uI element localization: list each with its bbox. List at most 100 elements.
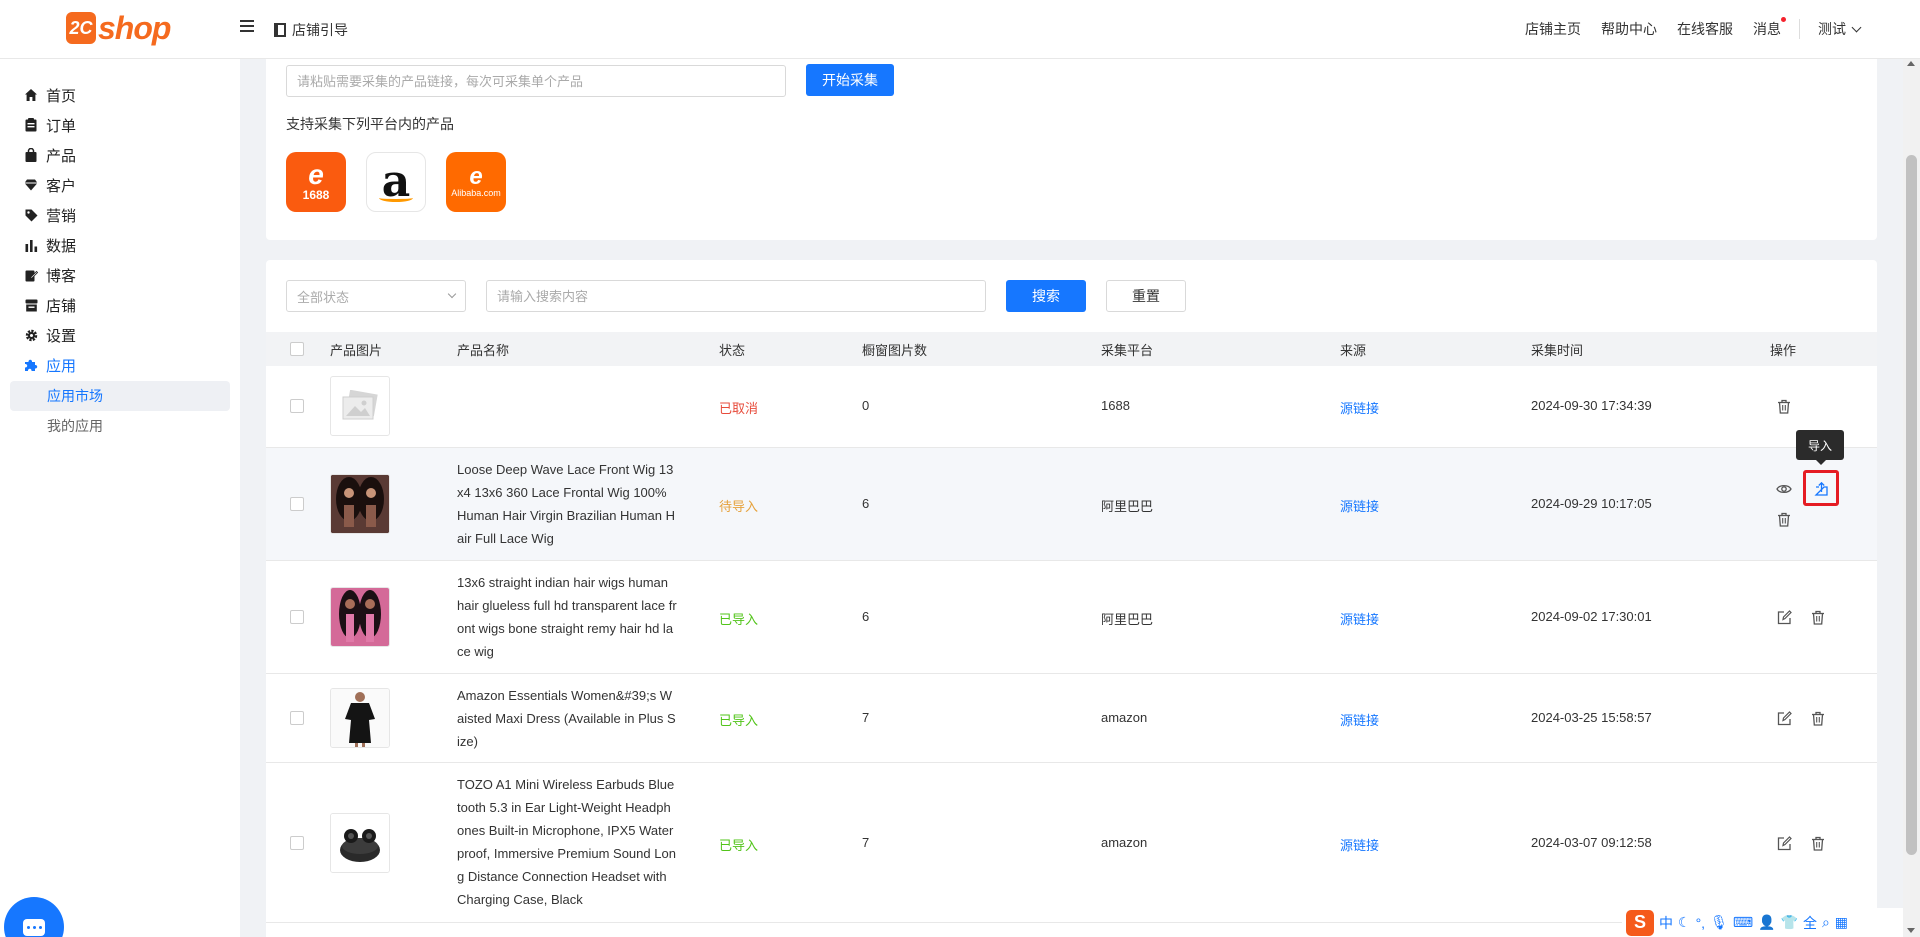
chevron-down-icon: [1851, 22, 1862, 32]
table-row: TOZO A1 Mini Wireless Earbuds Bluetooth …: [266, 763, 1877, 923]
scroll-up-icon[interactable]: [1907, 61, 1915, 66]
sidebar-item-blog[interactable]: 博客: [24, 263, 76, 287]
logo-text: shop: [98, 9, 171, 46]
edit-icon: [24, 268, 38, 282]
fullwidth-icon[interactable]: 全: [1803, 913, 1817, 933]
collect-time: 2024-09-29 10:17:05: [1531, 496, 1652, 511]
col-actions: 操作: [1770, 342, 1797, 358]
eye-icon[interactable]: [1775, 480, 1793, 498]
search-button[interactable]: 搜索: [1006, 280, 1086, 312]
trash-icon[interactable]: [1809, 608, 1827, 626]
start-collect-button[interactable]: 开始采集: [806, 64, 894, 96]
collect-time: 2024-09-02 17:30:01: [1531, 609, 1652, 624]
scroll-down-icon[interactable]: [1907, 928, 1915, 933]
col-image-count: 橱窗图片数: [862, 342, 928, 358]
scrollbar-thumb[interactable]: [1906, 155, 1917, 855]
trash-icon[interactable]: [1775, 397, 1793, 415]
ime-toolbar[interactable]: S 中 ☾ °, 🎙 ⌨ 👤 👕 全 ⌕ ▦: [1622, 908, 1903, 937]
select-all-checkbox[interactable]: [290, 332, 304, 366]
bar-chart-icon: [24, 238, 38, 252]
sidebar-item-orders[interactable]: 订单: [24, 113, 76, 137]
moon-icon[interactable]: ☾: [1678, 914, 1691, 931]
ime-mode[interactable]: 中: [1659, 913, 1673, 933]
platform-amazon-logo[interactable]: a: [366, 152, 426, 212]
search-icon[interactable]: ⌕: [1822, 914, 1830, 931]
status-badge: 待导入: [719, 499, 759, 514]
sidebar-item-marketing[interactable]: 营销: [24, 203, 76, 227]
edit-icon[interactable]: [1775, 709, 1793, 727]
sidebar-item-label: 营销: [46, 207, 77, 225]
source-link[interactable]: 源链接: [1340, 710, 1379, 729]
reset-button[interactable]: 重置: [1106, 280, 1186, 312]
status-badge: 已导入: [719, 713, 759, 728]
microphone-icon[interactable]: 🎙: [1710, 914, 1728, 931]
shirt-icon[interactable]: 👕: [1781, 914, 1798, 931]
collect-time: 2024-03-07 09:12:58: [1531, 835, 1652, 850]
status-filter-select[interactable]: 全部状态: [286, 280, 466, 312]
row-checkbox[interactable]: [290, 497, 304, 511]
row-checkbox[interactable]: [290, 711, 304, 725]
product-thumbnail: [330, 376, 390, 436]
logo[interactable]: 2C shop: [66, 8, 171, 48]
user-menu[interactable]: 测试: [1818, 19, 1862, 39]
sidebar-item-home[interactable]: 首页: [24, 83, 76, 107]
sidebar-item-label: 博客: [46, 267, 77, 285]
trash-icon[interactable]: [1809, 709, 1827, 727]
menu-toggle-icon[interactable]: [240, 20, 254, 34]
nav-store-home[interactable]: 店铺主页: [1525, 19, 1581, 39]
status-filter-value: 全部状态: [297, 289, 350, 305]
import-button[interactable]: [1803, 470, 1839, 506]
sidebar-item-settings[interactable]: 设置: [24, 323, 76, 347]
sidebar-item-store[interactable]: 店铺: [24, 293, 76, 317]
col-product-image: 产品图片: [330, 342, 383, 358]
platform-alibaba-logo[interactable]: e Alibaba.com: [446, 152, 506, 212]
image-count: 6: [862, 609, 870, 624]
row-checkbox[interactable]: [290, 610, 304, 624]
nav-online-service[interactable]: 在线客服: [1677, 19, 1733, 39]
source-link[interactable]: 源链接: [1340, 398, 1379, 417]
sidebar-item-label: 数据: [46, 237, 77, 255]
edit-icon[interactable]: [1775, 834, 1793, 852]
col-status: 状态: [719, 342, 746, 358]
edit-icon[interactable]: [1775, 608, 1793, 626]
punctuation-icon[interactable]: °,: [1696, 915, 1706, 931]
product-url-input[interactable]: [286, 65, 786, 97]
source-link[interactable]: 源链接: [1340, 609, 1379, 628]
chat-button[interactable]: [4, 897, 64, 937]
keyboard-icon[interactable]: ⌨: [1733, 914, 1753, 931]
table-row: 13x6 straight indian hair wigs human hai…: [266, 561, 1877, 674]
dress-product-image: [330, 688, 390, 748]
row-checkbox[interactable]: [290, 399, 304, 413]
user-icon[interactable]: 👤: [1758, 914, 1775, 931]
platform-alibaba-label: Alibaba.com: [451, 188, 501, 198]
wig-product-image: [330, 474, 390, 534]
platform-1688-label: 1688: [302, 188, 330, 202]
top-nav: 店铺主页 帮助中心 在线客服 消息 测试: [1505, 17, 1862, 39]
image-placeholder-icon: [330, 376, 390, 436]
collect-time: 2024-09-30 17:34:39: [1531, 398, 1652, 413]
grid-icon[interactable]: ▦: [1835, 914, 1848, 931]
nav-messages[interactable]: 消息: [1753, 17, 1786, 39]
product-thumbnail: [330, 587, 390, 647]
sidebar-item-data[interactable]: 数据: [24, 233, 76, 257]
store-guide-link[interactable]: 店铺引导: [274, 20, 348, 40]
sidebar-item-products[interactable]: 产品: [24, 143, 76, 167]
sidebar-subitem-app-market[interactable]: 应用市场: [10, 381, 230, 411]
sidebar-item-label: 订单: [46, 117, 77, 135]
search-input[interactable]: [486, 280, 986, 312]
row-checkbox[interactable]: [290, 836, 304, 850]
sidebar-subitem-my-apps[interactable]: 我的应用: [10, 411, 230, 441]
sidebar-item-label: 设置: [46, 327, 77, 345]
col-product-name: 产品名称: [457, 342, 510, 358]
sidebar-item-label: 客户: [46, 177, 77, 195]
platform-name: 1688: [1101, 398, 1130, 413]
trash-icon[interactable]: [1775, 510, 1793, 528]
platform-1688-logo[interactable]: e 1688: [286, 152, 346, 212]
trash-icon[interactable]: [1809, 834, 1827, 852]
source-link[interactable]: 源链接: [1340, 496, 1379, 515]
source-link[interactable]: 源链接: [1340, 835, 1379, 854]
page-scrollbar[interactable]: [1903, 59, 1920, 937]
nav-help-center[interactable]: 帮助中心: [1601, 19, 1657, 39]
sidebar-item-customers[interactable]: 客户: [24, 173, 76, 197]
sidebar-item-apps[interactable]: 应用: [24, 353, 76, 377]
